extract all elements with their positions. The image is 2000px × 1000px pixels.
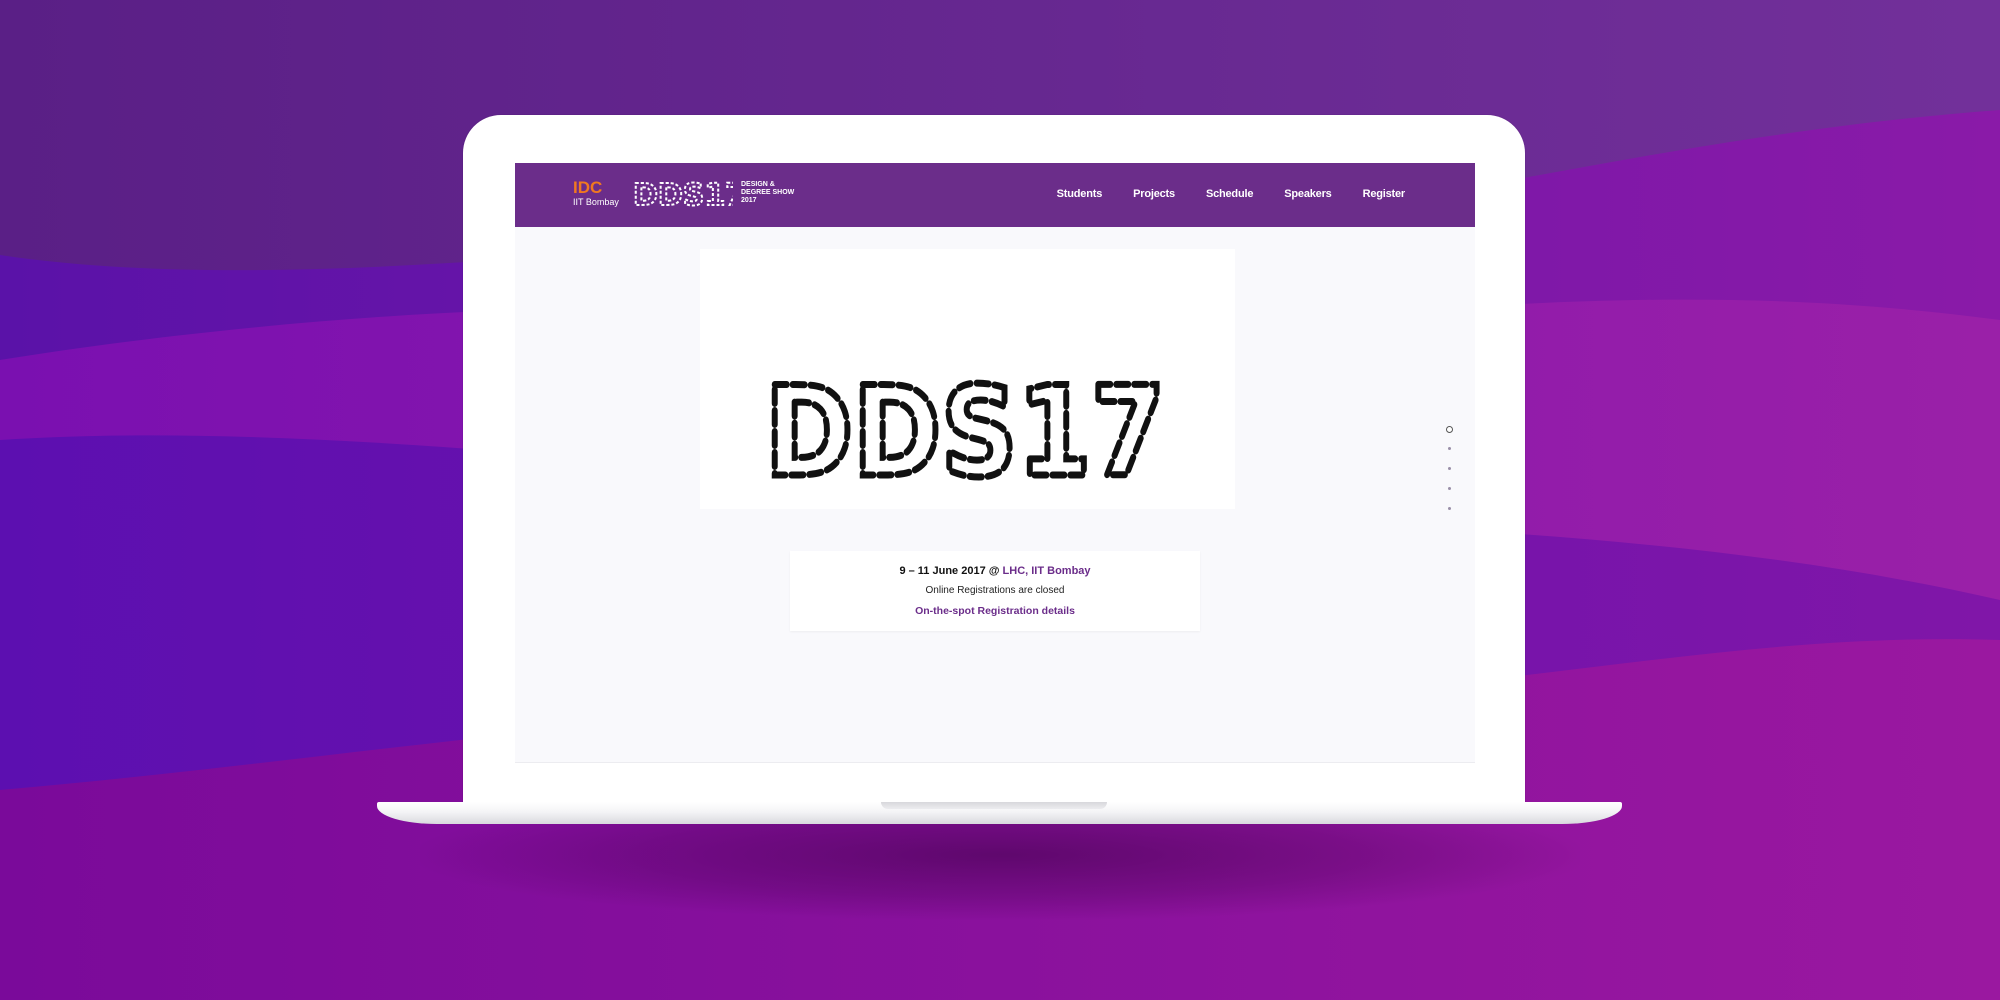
spot-registration-link[interactable]: On-the-spot Registration details (790, 605, 1200, 617)
brand-logo-text: DDS17 (633, 179, 733, 209)
brand-show-line2: DEGREE SHOW (741, 189, 795, 196)
nav-register[interactable]: Register (1363, 187, 1406, 201)
pager-dot[interactable] (1448, 467, 1451, 470)
brand-institute: IIT Bombay (573, 197, 619, 207)
nav-schedule[interactable]: Schedule (1206, 187, 1254, 201)
pager-dot[interactable] (1448, 487, 1451, 490)
laptop-notch (881, 802, 1107, 809)
brand-idc[interactable]: IDC (573, 179, 602, 196)
laptop-screen: IDC IIT Bombay DDS17 DESIGN & DEGREE SHO… (515, 163, 1475, 763)
event-dates: 9 – 11 June 2017 @ LHC, IIT Bombay (790, 565, 1200, 577)
nav-students[interactable]: Students (1057, 187, 1103, 201)
pager-dot[interactable] (1448, 447, 1451, 450)
top-navbar: IDC IIT Bombay DDS17 DESIGN & DEGREE SHO… (515, 163, 1475, 227)
brand-show-line3: 2017 (741, 197, 757, 204)
section-pager (1446, 426, 1456, 516)
main-nav: Students Projects Schedule Speakers Regi… (1057, 187, 1406, 201)
dds17-logo-icon[interactable]: DDS17 (633, 179, 733, 209)
pager-dot[interactable] (1448, 507, 1451, 510)
nav-speakers[interactable]: Speakers (1284, 187, 1332, 201)
brand-show-line1: DESIGN & (741, 181, 775, 188)
hero-logo-text: DDS17 (765, 375, 1165, 490)
hero-logo-icon: DDS17 (763, 375, 1168, 490)
brand-show-title: DESIGN & DEGREE SHOW 2017 (741, 181, 794, 205)
event-date-text: 9 – 11 June 2017 @ (899, 565, 1003, 577)
pager-dot-active[interactable] (1446, 426, 1453, 433)
event-info-card: 9 – 11 June 2017 @ LHC, IIT Bombay Onlin… (790, 551, 1200, 631)
nav-projects[interactable]: Projects (1133, 187, 1175, 201)
event-venue-link[interactable]: LHC, IIT Bombay (1003, 565, 1091, 577)
registration-status: Online Registrations are closed (925, 585, 1065, 596)
